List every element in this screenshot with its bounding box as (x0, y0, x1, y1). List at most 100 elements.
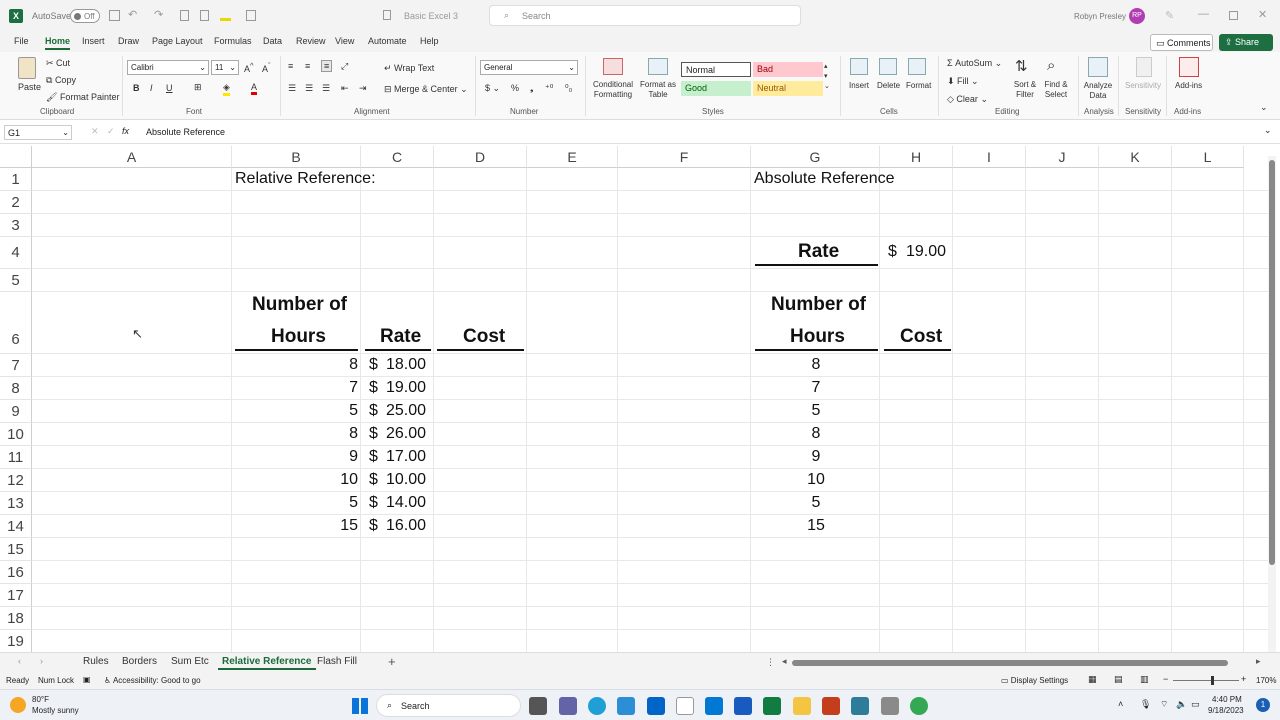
sensitivity-button[interactable]: Sensitivity (1125, 81, 1161, 90)
clock-time[interactable]: 4:40 PM (1212, 695, 1242, 704)
cell-b9[interactable]: 5 (349, 402, 358, 420)
cell-g10[interactable]: 8 (812, 425, 821, 443)
copy-file-icon[interactable] (200, 10, 209, 21)
menu-help[interactable]: Help (420, 36, 439, 46)
bold-icon[interactable]: B (133, 83, 140, 93)
align-right-icon[interactable]: ☰ (322, 83, 330, 94)
column-header-g[interactable]: G (751, 146, 880, 168)
sensitivity-icon[interactable] (1136, 57, 1152, 77)
autosum-button[interactable]: Σ AutoSum ⌄ (947, 58, 1002, 69)
ribbon-collapse-icon[interactable]: ⌄ (1260, 102, 1268, 113)
highlighter-icon[interactable] (220, 10, 231, 21)
fill-color-icon[interactable]: ◈ (223, 82, 230, 96)
analyze-data-button[interactable]: Analyze Data (1082, 81, 1114, 101)
page-layout-view-icon[interactable]: ▤ (1114, 674, 1123, 685)
close-icon[interactable]: ✕ (1258, 8, 1267, 21)
row-header-10[interactable]: 10 (0, 423, 32, 446)
style-bad[interactable]: Bad (753, 62, 823, 77)
cell-c7-currency[interactable]: $ (369, 356, 378, 374)
chrome-icon[interactable] (910, 697, 928, 715)
wifi-icon[interactable]: ⌔ (1160, 699, 1168, 710)
worksheet-grid[interactable]: ABCDEFGHIJKL 1 2 3 4 5 6 7 8 9 10 11 12 13 14 15 16 17 18… (0, 146, 1280, 652)
column-header-d[interactable]: D (434, 146, 527, 168)
row-header-6[interactable]: 6 (0, 292, 32, 354)
align-center-icon[interactable]: ☰ (305, 83, 313, 94)
edge-icon[interactable] (588, 697, 606, 715)
cell-h4-currency[interactable]: $ (888, 243, 897, 261)
conditional-formatting-button[interactable]: Conditional Formatting (590, 80, 636, 100)
sheet-tab-relative-reference[interactable]: Relative Reference (218, 656, 315, 670)
row-header-5[interactable]: 5 (0, 269, 32, 292)
header-hours[interactable]: Hours (271, 326, 326, 348)
cancel-icon[interactable]: ✕ (91, 126, 99, 137)
cell-b12[interactable]: 10 (340, 471, 358, 489)
conditional-formatting-icon[interactable] (603, 58, 623, 75)
tabs-more-icon[interactable]: ⋮ (766, 657, 775, 668)
row-header-14[interactable]: 14 (0, 515, 32, 538)
find-select-button[interactable]: Find & Select (1040, 80, 1072, 100)
cell-g7[interactable]: 8 (812, 356, 821, 374)
sheet-tab-sum-etc[interactable]: Sum Etc (171, 656, 209, 667)
fill-button[interactable]: ⬇ Fill ⌄ (947, 76, 979, 87)
menu-file[interactable]: File (14, 36, 29, 46)
styles-scroll-icon[interactable]: ▴ ▾ ⌄ (824, 62, 830, 92)
row-header-11[interactable]: 11 (0, 446, 32, 469)
menu-insert[interactable]: Insert (82, 36, 105, 46)
cell-c9[interactable]: 25.00 (386, 402, 426, 420)
zoom-in-icon[interactable]: + (1241, 674, 1246, 684)
cell-g11[interactable]: 9 (812, 448, 821, 466)
row-header-1[interactable]: 1 (0, 168, 32, 191)
row-header-15[interactable]: 15 (0, 538, 32, 561)
clock-date[interactable]: 9/18/2023 (1208, 706, 1244, 715)
insert-cells-button[interactable]: Insert (849, 81, 869, 90)
find-select-icon[interactable]: ⌕ (1047, 57, 1055, 74)
column-header-i[interactable]: I (953, 146, 1026, 168)
delete-cells-icon[interactable] (879, 58, 897, 75)
windows-start-icon[interactable] (352, 698, 368, 714)
row-header-7[interactable]: 7 (0, 354, 32, 377)
cell-g8[interactable]: 7 (812, 379, 821, 397)
cell-c11[interactable]: 17.00 (386, 448, 426, 466)
number-format-select[interactable]: General ⌄ (480, 60, 578, 75)
tray-chevron-icon[interactable]: ˄ (1118, 699, 1123, 709)
weather-temp[interactable]: 80°F (32, 695, 49, 704)
macro-record-icon[interactable]: ▣ (83, 675, 91, 684)
cell-c8-currency[interactable]: $ (369, 379, 378, 397)
currency-icon[interactable]: $ ⌄ (485, 83, 500, 94)
row-header-4[interactable]: 4 (0, 237, 32, 269)
column-header-b[interactable]: B (232, 146, 361, 168)
format-table-button[interactable]: Format as Table (638, 80, 678, 100)
user-name[interactable]: Robyn Presley (1074, 12, 1126, 21)
cell-c7[interactable]: 18.00 (386, 356, 426, 374)
cell-c14[interactable]: 16.00 (386, 517, 426, 535)
weather-desc[interactable]: Mostly sunny (32, 706, 79, 715)
style-good[interactable]: Good (681, 81, 751, 96)
menu-formulas[interactable]: Formulas (214, 36, 252, 46)
excel-taskbar-icon[interactable] (763, 697, 781, 715)
cell-c12-currency[interactable]: $ (369, 471, 378, 489)
format-painter-button[interactable]: 🖌 Format Painter (46, 92, 119, 103)
cell-c14-currency[interactable]: $ (369, 517, 378, 535)
format-icon[interactable] (246, 10, 256, 21)
cell-g14[interactable]: 15 (807, 517, 825, 535)
search-box[interactable]: ⌕ Search (489, 5, 801, 26)
cell-b8[interactable]: 7 (349, 379, 358, 397)
align-left-icon[interactable]: ☰ (288, 83, 296, 94)
cell-g12[interactable]: 10 (807, 471, 825, 489)
menu-view[interactable]: View (335, 36, 354, 46)
style-neutral[interactable]: Neutral (753, 81, 823, 96)
vertical-scrollbar[interactable] (1268, 156, 1276, 652)
sheet-tab-borders[interactable]: Borders (122, 656, 157, 667)
header-number-of[interactable]: Number of (252, 294, 347, 316)
name-box[interactable]: G1 ⌄ (4, 125, 72, 140)
align-bottom-icon[interactable]: ≡ (321, 60, 333, 72)
cell-c9-currency[interactable]: $ (369, 402, 378, 420)
expand-formula-icon[interactable]: ⌄ (1264, 125, 1272, 136)
cell-b1[interactable]: Relative Reference: (235, 170, 376, 188)
shrink-font-icon[interactable]: Aˇ (262, 61, 271, 74)
pen-icon[interactable]: ✎ (1165, 9, 1174, 22)
column-header-l[interactable]: L (1172, 146, 1244, 168)
redo-icon[interactable]: ↷ (154, 8, 163, 21)
avatar[interactable]: RP (1129, 8, 1145, 24)
grow-font-icon[interactable]: A^ (244, 61, 254, 74)
